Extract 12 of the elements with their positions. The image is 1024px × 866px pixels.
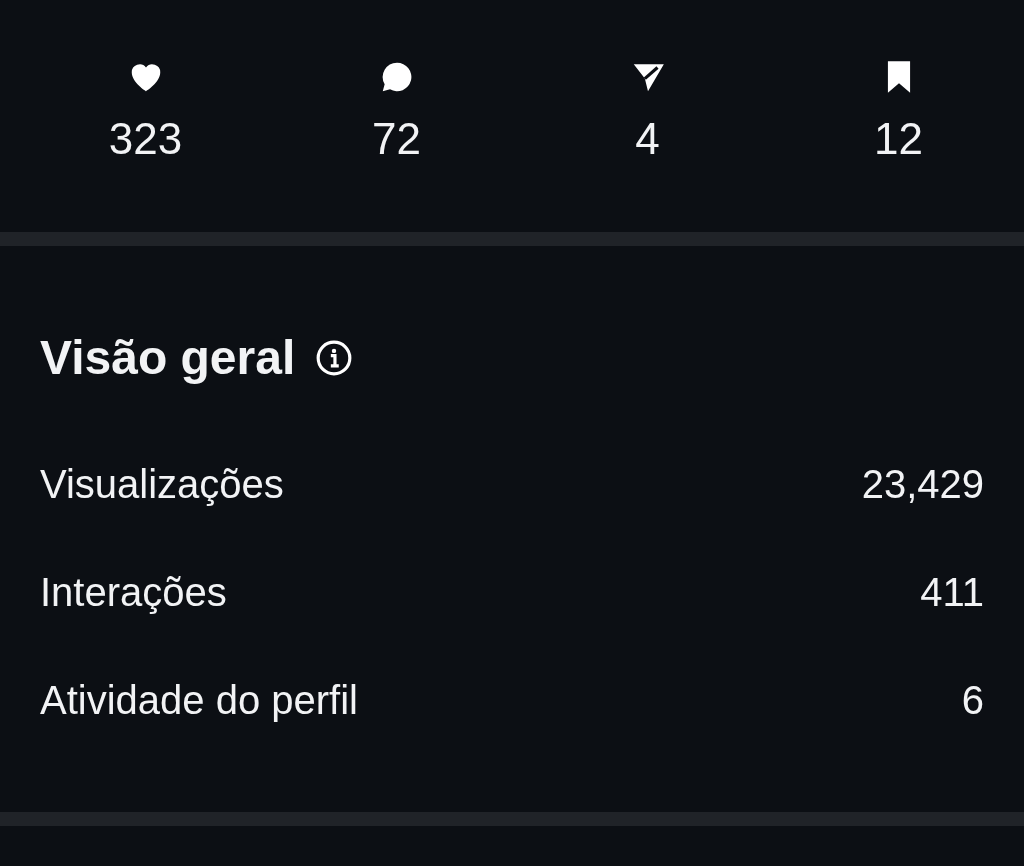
stat-count: 12 <box>874 114 923 164</box>
info-icon[interactable] <box>315 338 354 377</box>
stat-count: 4 <box>635 114 660 164</box>
stat-count: 323 <box>108 114 183 164</box>
section-title: Visão geral <box>40 330 296 385</box>
metric-value: 411 <box>920 569 984 615</box>
metric-label: Atividade do perfil <box>40 677 358 723</box>
stat-count: 72 <box>372 114 421 164</box>
metric-label: Visualizações <box>40 461 284 507</box>
metric-value: 6 <box>961 677 984 723</box>
metric-label: Interações <box>40 569 227 615</box>
metric-value: 23,429 <box>861 461 984 507</box>
